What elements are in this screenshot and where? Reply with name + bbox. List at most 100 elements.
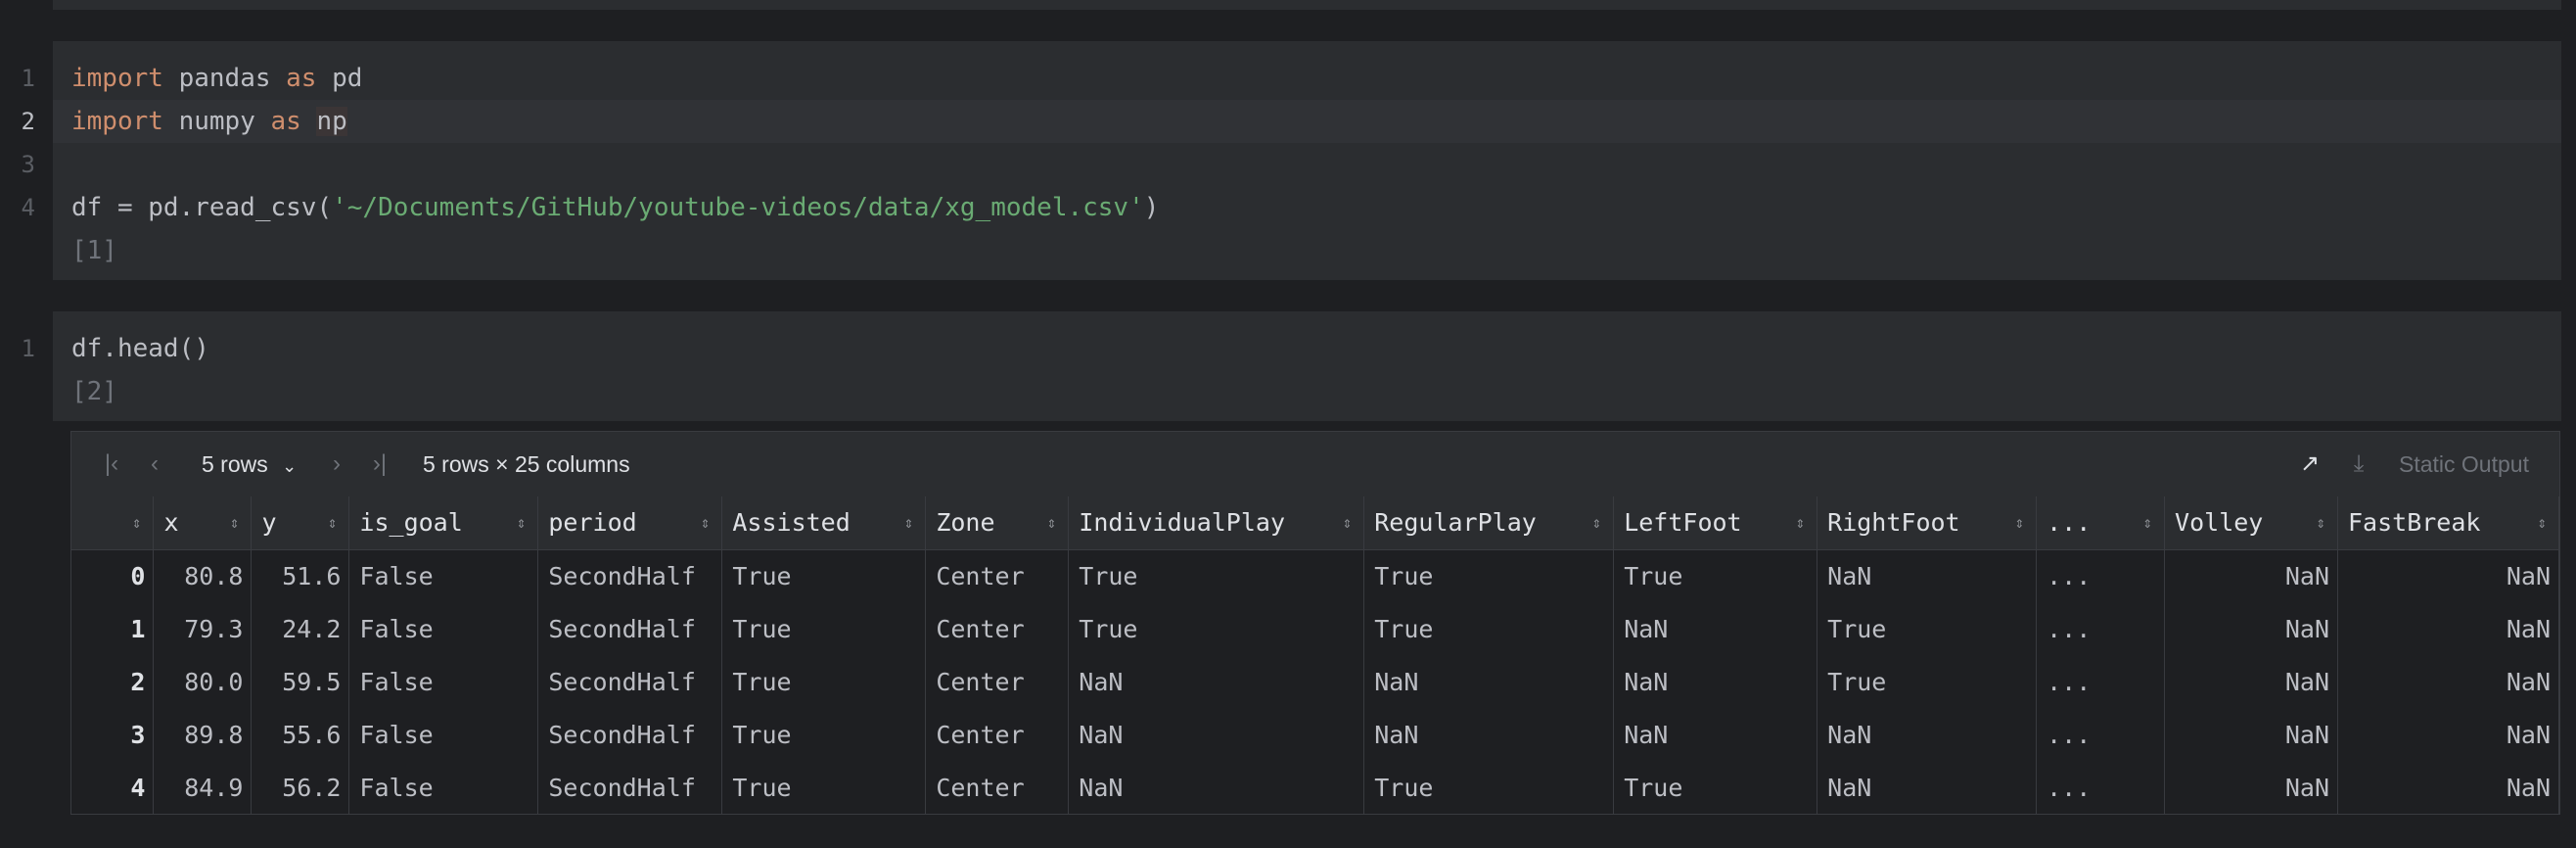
code-text[interactable]: import pandas as pd bbox=[71, 57, 362, 100]
code-cell-1[interactable]: import pandas as pd import numpy as np df … bbox=[53, 41, 2561, 280]
column-header-label: FastBreak bbox=[2348, 508, 2481, 538]
table-cell: True bbox=[1613, 549, 1818, 602]
code-line[interactable]: df.head() bbox=[53, 327, 2561, 370]
column-header[interactable]: IndividualPlay ⇕ bbox=[1068, 496, 1365, 550]
line-number: 3 bbox=[21, 151, 35, 178]
column-header[interactable]: Volley ⇕ bbox=[2164, 496, 2338, 550]
download-icon[interactable]: ⤓ bbox=[2344, 449, 2373, 479]
sort-icon[interactable]: ⇕ bbox=[2316, 496, 2325, 549]
column-header[interactable]: period ⇕ bbox=[537, 496, 723, 550]
table-cell: ... bbox=[2036, 655, 2166, 708]
table-cell: SecondHalf bbox=[537, 655, 723, 708]
last-page-icon[interactable]: ›| bbox=[365, 449, 394, 479]
table-cell: Center bbox=[925, 549, 1070, 602]
column-header[interactable]: LeftFoot ⇕ bbox=[1613, 496, 1818, 550]
code-line[interactable] bbox=[53, 143, 2561, 186]
table-cell: 56.2 bbox=[251, 761, 350, 814]
table-cell: SecondHalf bbox=[537, 708, 723, 761]
table-cell: Center bbox=[925, 602, 1070, 655]
code-text[interactable]: import numpy as np bbox=[71, 100, 347, 143]
table-cell: ... bbox=[2036, 602, 2166, 655]
previous-cell-edge bbox=[53, 0, 2561, 10]
column-header[interactable]: RegularPlay ⇕ bbox=[1363, 496, 1615, 550]
column-header-label: LeftFoot bbox=[1624, 508, 1742, 538]
sort-icon[interactable]: ⇕ bbox=[2014, 496, 2024, 549]
table-cell: NaN bbox=[1363, 708, 1615, 761]
table-cell: 89.8 bbox=[153, 708, 253, 761]
table-cell: NaN bbox=[1613, 655, 1818, 708]
column-header[interactable]: FastBreak ⇕ bbox=[2337, 496, 2559, 550]
keyword-token: as bbox=[286, 64, 333, 93]
table-cell: False bbox=[348, 761, 539, 814]
first-page-icon[interactable]: |‹ bbox=[97, 449, 126, 479]
column-header-label: RegularPlay bbox=[1374, 508, 1537, 538]
sort-icon[interactable]: ⇕ bbox=[1592, 496, 1602, 549]
table-cell: True bbox=[1817, 655, 2038, 708]
code-token: ) bbox=[1143, 193, 1160, 222]
column-header-label: Assisted bbox=[732, 508, 851, 538]
column-header[interactable]: ... ⇕ bbox=[2036, 496, 2166, 550]
column-header[interactable]: is_goal ⇕ bbox=[348, 496, 539, 550]
code-token: pandas bbox=[178, 64, 287, 93]
table-cell: 59.5 bbox=[251, 655, 350, 708]
table-cell: False bbox=[348, 708, 539, 761]
table-row: 4 84.9 56.2 False SecondHalf True Center NaN Tru… bbox=[71, 761, 2559, 814]
code-token: np bbox=[316, 107, 347, 136]
table-cell: True bbox=[1068, 549, 1365, 602]
column-header-label: IndividualPlay bbox=[1079, 508, 1285, 538]
code-line[interactable]: import pandas as pd bbox=[53, 57, 2561, 100]
sort-icon[interactable]: ⇕ bbox=[2537, 496, 2547, 549]
table-cell: NaN bbox=[2337, 708, 2559, 761]
table-cell: NaN bbox=[1068, 655, 1365, 708]
table-cell: Center bbox=[925, 761, 1070, 814]
column-header-label: Zone bbox=[936, 508, 995, 538]
next-page-icon[interactable]: › bbox=[322, 449, 351, 479]
column-header[interactable]: y ⇕ bbox=[251, 496, 350, 550]
execution-count: [1] bbox=[71, 236, 117, 265]
table-cell: SecondHalf bbox=[537, 549, 723, 602]
sort-icon[interactable]: ⇕ bbox=[1047, 496, 1057, 549]
sort-icon[interactable]: ⇕ bbox=[701, 496, 711, 549]
code-line[interactable]: import numpy as np bbox=[53, 100, 2561, 143]
line-number: 1 bbox=[21, 335, 35, 362]
sort-icon[interactable]: ⇕ bbox=[132, 496, 142, 549]
sort-icon[interactable]: ⇕ bbox=[2142, 496, 2152, 549]
sort-icon[interactable]: ⇕ bbox=[517, 496, 527, 549]
column-header-label: x bbox=[163, 508, 179, 538]
sort-icon[interactable]: ⇕ bbox=[904, 496, 914, 549]
table-cell: True bbox=[721, 549, 927, 602]
rows-selector[interactable]: 5 rows ⌄ bbox=[202, 432, 297, 498]
column-header[interactable]: ⇕ bbox=[71, 496, 155, 550]
shape-text: 5 rows × 25 columns bbox=[423, 451, 630, 477]
table-cell: NaN bbox=[1068, 708, 1365, 761]
open-external-icon[interactable]: ↗ bbox=[2295, 449, 2324, 479]
table-cell: True bbox=[1068, 602, 1365, 655]
code-text[interactable]: df = pd.read_csv('~/Documents/GitHub/you… bbox=[71, 186, 1159, 229]
string-token: '~/Documents/GitHub/youtube-videos/data/… bbox=[332, 193, 1144, 222]
table-cell: NaN bbox=[2337, 602, 2559, 655]
table-cell: NaN bbox=[2337, 761, 2559, 814]
code-line[interactable]: df = pd.read_csv('~/Documents/GitHub/you… bbox=[53, 186, 2561, 229]
row-index: 0 bbox=[71, 549, 155, 602]
code-token: df = pd.read_csv( bbox=[71, 193, 333, 222]
sort-icon[interactable]: ⇕ bbox=[328, 496, 338, 549]
table-row: 1 79.3 24.2 False SecondHalf True Center True Tr… bbox=[71, 602, 2559, 655]
table-cell: NaN bbox=[1817, 708, 2038, 761]
column-header[interactable]: RightFoot ⇕ bbox=[1817, 496, 2038, 550]
code-token: pd bbox=[332, 64, 363, 93]
code-text[interactable]: df.head() bbox=[71, 327, 209, 370]
code-cell-2[interactable]: df.head() [2] bbox=[53, 311, 2561, 421]
row-index: 2 bbox=[71, 655, 155, 708]
sort-icon[interactable]: ⇕ bbox=[1796, 496, 1806, 549]
keyword-token: import bbox=[71, 64, 179, 93]
column-header[interactable]: Assisted ⇕ bbox=[721, 496, 927, 550]
prev-page-icon[interactable]: ‹ bbox=[140, 449, 169, 479]
table-cell: NaN bbox=[2337, 655, 2559, 708]
column-header[interactable]: x ⇕ bbox=[153, 496, 253, 550]
table-cell: True bbox=[1363, 761, 1615, 814]
sort-icon[interactable]: ⇕ bbox=[230, 496, 240, 549]
column-header[interactable]: Zone ⇕ bbox=[925, 496, 1070, 550]
rows-selector-label: 5 rows bbox=[202, 451, 268, 477]
sort-icon[interactable]: ⇕ bbox=[1343, 496, 1353, 549]
row-index: 3 bbox=[71, 708, 155, 761]
